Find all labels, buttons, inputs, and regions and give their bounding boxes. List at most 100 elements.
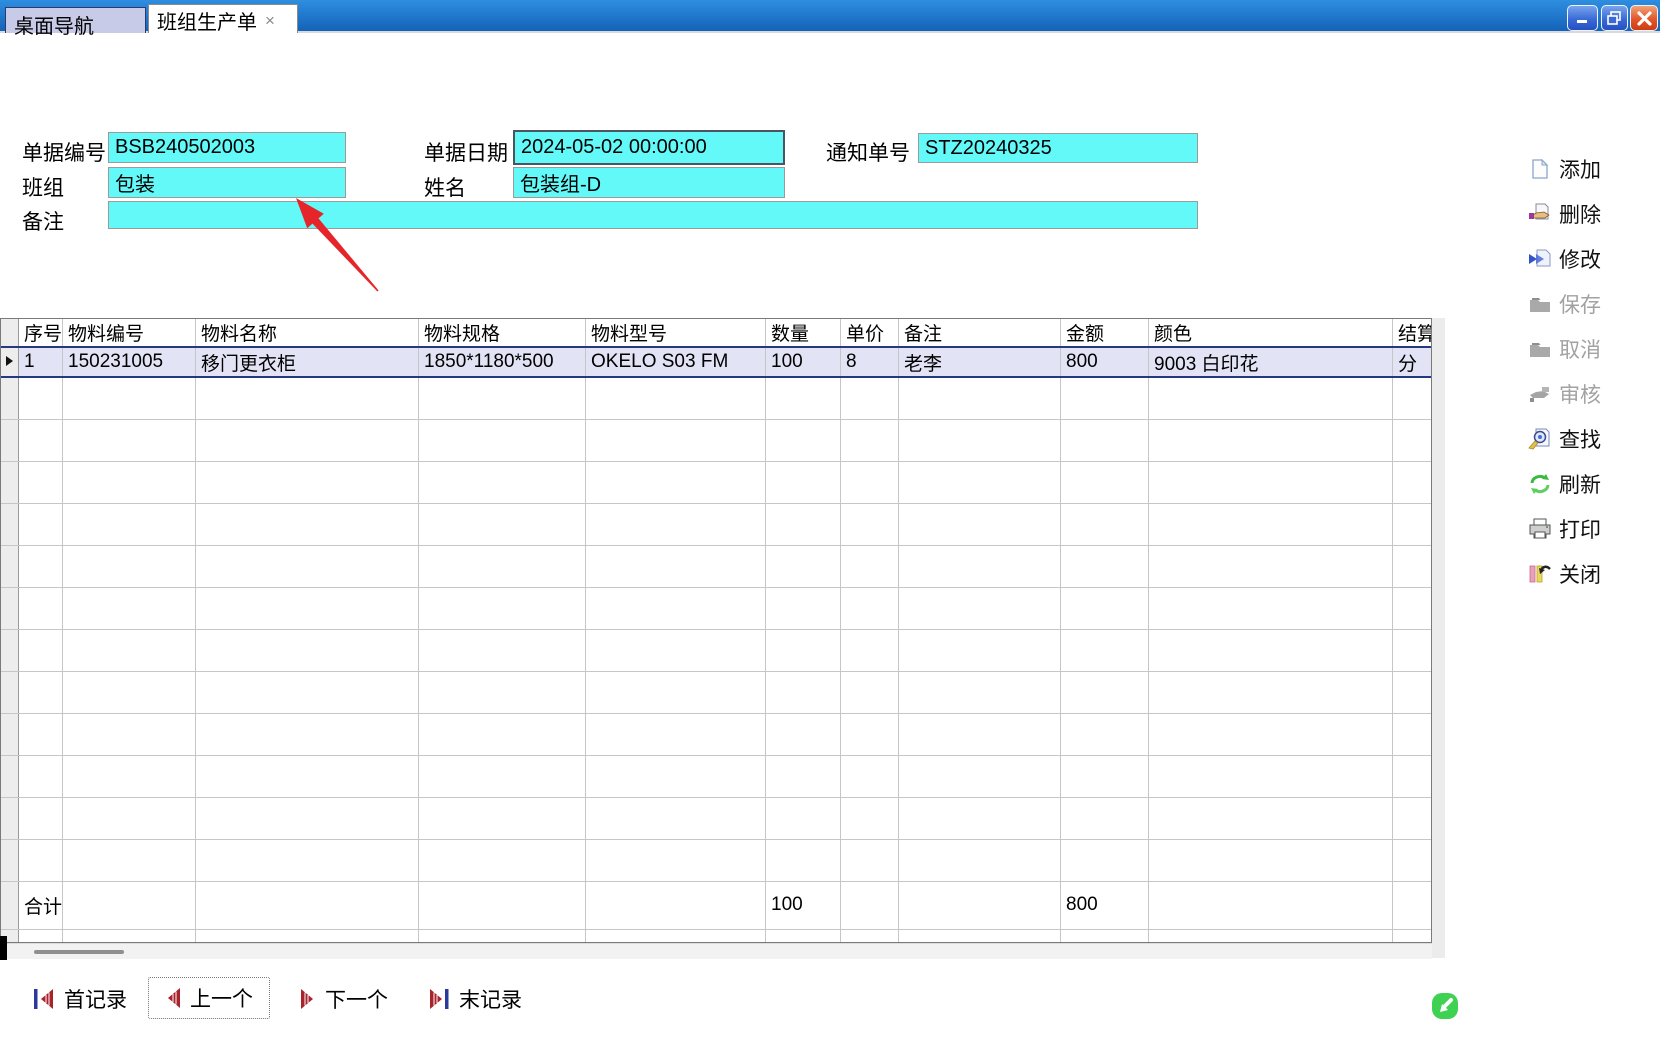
label-team: 班组 bbox=[22, 172, 64, 202]
previous-record-button[interactable]: 上一个 bbox=[148, 977, 270, 1019]
restore-button[interactable] bbox=[1601, 5, 1628, 31]
grid-corner-cell bbox=[1, 319, 19, 348]
close-button[interactable] bbox=[1630, 5, 1658, 31]
tab-close-icon[interactable]: × bbox=[265, 12, 275, 29]
col-header-name[interactable]: 物料名称 bbox=[196, 319, 419, 348]
last-record-icon bbox=[428, 986, 450, 1012]
grid-data-row-selected[interactable]: 1 150231005 移门更衣柜 1850*1180*500 OKELO S0… bbox=[1, 347, 1433, 377]
refresh-arrows-icon bbox=[1528, 473, 1552, 495]
grid-empty-row[interactable] bbox=[1, 839, 1433, 881]
titlebar: 桌面导航 班组生产单 × bbox=[0, 0, 1660, 33]
cell-spec[interactable]: 1850*1180*500 bbox=[419, 347, 586, 377]
grid-header-row: 序号 物料编号 物料名称 物料规格 物料型号 数量 单价 备注 金额 颜色 结算 bbox=[1, 319, 1433, 348]
audit-button[interactable]: 审核 bbox=[1528, 381, 1601, 407]
col-header-settle[interactable]: 结算 bbox=[1393, 319, 1433, 348]
app-window: 桌面导航 班组生产单 × 单据编号 单据日期 通知单号 班组 姓名 备注 bbox=[0, 0, 1660, 1041]
next-record-icon bbox=[300, 986, 316, 1012]
grid-empty-row[interactable] bbox=[1, 545, 1433, 587]
add-button[interactable]: 添加 bbox=[1528, 156, 1601, 182]
last-record-button[interactable]: 末记录 bbox=[428, 984, 522, 1014]
cell-seq[interactable]: 1 bbox=[19, 347, 63, 377]
team-input[interactable] bbox=[108, 167, 346, 198]
cell-code[interactable]: 150231005 bbox=[63, 347, 196, 377]
cancel-folder-icon bbox=[1528, 338, 1552, 360]
col-header-model[interactable]: 物料型号 bbox=[586, 319, 766, 348]
label-order-date: 单据日期 bbox=[424, 137, 508, 167]
col-header-amount[interactable]: 金额 bbox=[1061, 319, 1149, 348]
grid-empty-row[interactable] bbox=[1, 587, 1433, 629]
label-name: 姓名 bbox=[424, 172, 466, 202]
cell-remark[interactable]: 老李 bbox=[899, 347, 1061, 377]
col-header-seq[interactable]: 序号 bbox=[19, 319, 63, 348]
grid-right-strip bbox=[1432, 318, 1445, 958]
total-label: 合计 bbox=[19, 881, 63, 929]
remark-input[interactable] bbox=[108, 201, 1198, 229]
cell-qty[interactable]: 100 bbox=[766, 347, 841, 377]
grid-empty-row[interactable] bbox=[1, 713, 1433, 755]
materials-grid: 序号 物料编号 物料名称 物料规格 物料型号 数量 单价 备注 金额 颜色 结算 bbox=[0, 318, 1433, 943]
green-launcher-icon[interactable] bbox=[1430, 991, 1460, 1021]
cell-model[interactable]: OKELO S03 FM bbox=[586, 347, 766, 377]
next-record-button[interactable]: 下一个 bbox=[300, 984, 388, 1014]
save-button[interactable]: 保存 bbox=[1528, 291, 1601, 317]
current-row-arrow-icon bbox=[5, 355, 14, 367]
materials-table: 序号 物料编号 物料名称 物料规格 物料型号 数量 单价 备注 金额 颜色 结算 bbox=[0, 318, 1433, 943]
tab-desktop-nav[interactable]: 桌面导航 bbox=[5, 7, 146, 33]
row-indicator bbox=[1, 347, 19, 377]
grid-total-row: 合计 100 800 bbox=[1, 881, 1433, 929]
order-no-input[interactable] bbox=[108, 132, 346, 163]
modify-button[interactable]: 修改 bbox=[1528, 246, 1601, 272]
refresh-button[interactable]: 刷新 bbox=[1528, 471, 1601, 497]
grid-empty-row[interactable] bbox=[1, 377, 1433, 419]
cell-price[interactable]: 8 bbox=[841, 347, 899, 377]
name-input[interactable] bbox=[513, 167, 785, 198]
col-header-price[interactable]: 单价 bbox=[841, 319, 899, 348]
close-icon bbox=[1637, 11, 1652, 26]
cell-color[interactable]: 9003 白印花 bbox=[1149, 347, 1393, 377]
minimize-button[interactable] bbox=[1567, 5, 1598, 31]
col-header-qty[interactable]: 数量 bbox=[766, 319, 841, 348]
cell-amount[interactable]: 800 bbox=[1061, 347, 1149, 377]
tab-production-order[interactable]: 班组生产单 × bbox=[148, 4, 298, 33]
print-button[interactable]: 打印 bbox=[1528, 516, 1601, 542]
grid-empty-row[interactable] bbox=[1, 755, 1433, 797]
grid-empty-row[interactable] bbox=[1, 671, 1433, 713]
col-header-spec[interactable]: 物料规格 bbox=[419, 319, 586, 348]
grid-partial-row bbox=[1, 929, 1433, 942]
grid-empty-row[interactable] bbox=[1, 461, 1433, 503]
first-record-button[interactable]: 首记录 bbox=[33, 984, 127, 1014]
printer-icon bbox=[1528, 518, 1552, 540]
notice-no-input[interactable] bbox=[918, 133, 1198, 163]
col-header-color[interactable]: 颜色 bbox=[1149, 319, 1393, 348]
grid-empty-row[interactable] bbox=[1, 419, 1433, 461]
delete-button[interactable]: 删除 bbox=[1528, 201, 1601, 227]
add-doc-icon bbox=[1528, 158, 1552, 180]
modify-arrows-icon bbox=[1528, 248, 1552, 270]
horizontal-scrollbar[interactable] bbox=[0, 943, 1432, 959]
tab-label: 班组生产单 bbox=[157, 6, 257, 35]
cancel-button[interactable]: 取消 bbox=[1528, 336, 1601, 362]
save-folder-icon bbox=[1528, 293, 1552, 315]
cell-settle[interactable]: 分 bbox=[1393, 347, 1433, 377]
first-record-icon bbox=[33, 986, 55, 1012]
total-amount: 800 bbox=[1061, 881, 1149, 929]
col-header-code[interactable]: 物料编号 bbox=[63, 319, 196, 348]
label-order-no: 单据编号 bbox=[22, 137, 106, 167]
col-header-remark[interactable]: 备注 bbox=[899, 319, 1061, 348]
text-caret bbox=[0, 936, 7, 960]
grid-empty-row[interactable] bbox=[1, 629, 1433, 671]
close-form-button[interactable]: 关闭 bbox=[1528, 561, 1601, 587]
find-magnifier-icon bbox=[1528, 428, 1552, 450]
grid-empty-row[interactable] bbox=[1, 797, 1433, 839]
order-date-input[interactable] bbox=[513, 130, 785, 165]
total-qty: 100 bbox=[766, 881, 841, 929]
find-button[interactable]: 查找 bbox=[1528, 426, 1601, 452]
close-door-icon bbox=[1528, 563, 1552, 585]
label-remark: 备注 bbox=[22, 206, 64, 236]
restore-icon bbox=[1607, 11, 1622, 25]
grid-empty-row[interactable] bbox=[1, 503, 1433, 545]
previous-record-icon bbox=[165, 985, 181, 1011]
scrollbar-thumb[interactable] bbox=[34, 950, 124, 954]
cell-name[interactable]: 移门更衣柜 bbox=[196, 347, 419, 377]
audit-stamp-icon bbox=[1528, 383, 1552, 405]
